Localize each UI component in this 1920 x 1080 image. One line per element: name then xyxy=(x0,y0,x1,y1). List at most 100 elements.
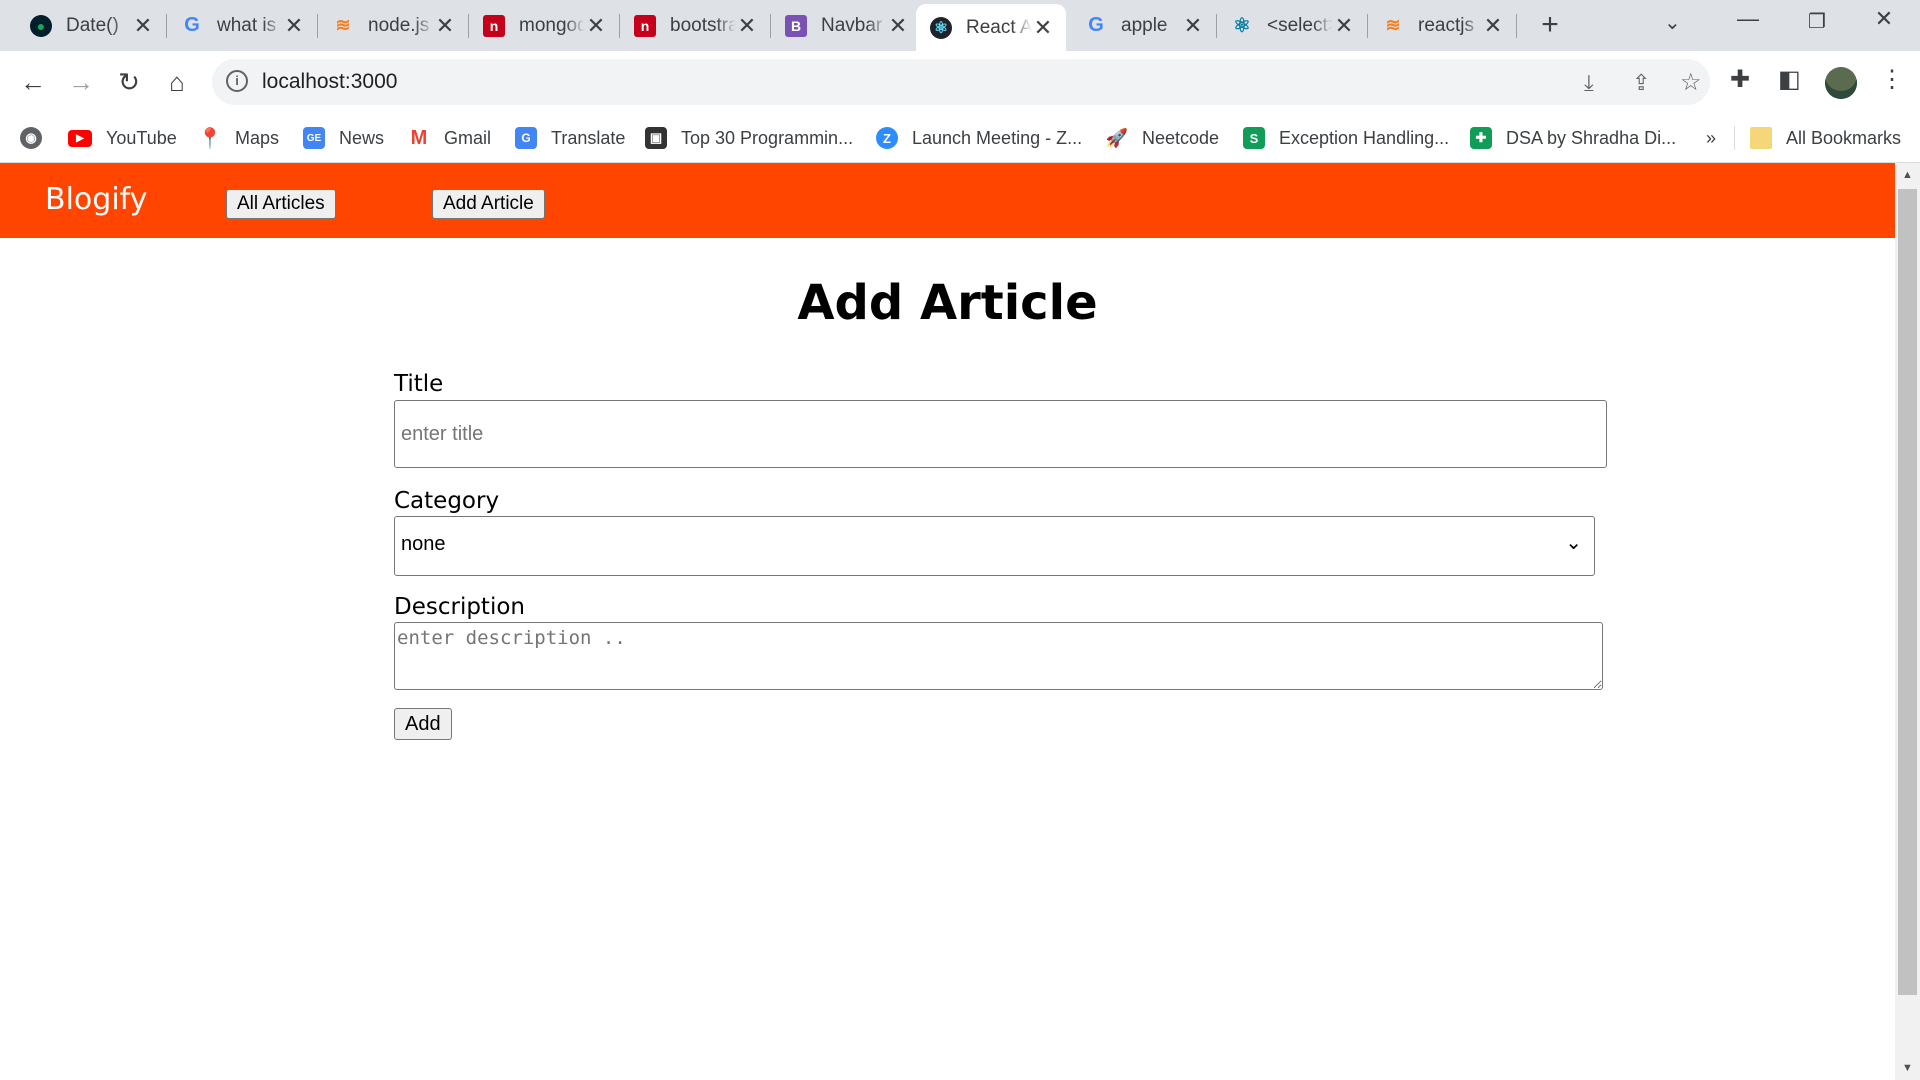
bookmark-label: DSA by Shradha Di... xyxy=(1506,127,1677,148)
tab-label: what is xyxy=(217,14,277,36)
url-text[interactable]: localhost:3000 xyxy=(262,70,397,94)
close-icon[interactable]: ✕ xyxy=(132,13,154,39)
youtube-icon: ▶ xyxy=(68,129,92,147)
tab-date[interactable]: ● Date() ✕ xyxy=(16,0,166,51)
page-viewport: Blogify All Articles Add Article Add Art… xyxy=(0,163,1895,1080)
tab-bootstrap[interactable]: n bootstrap ✕ xyxy=(620,0,770,51)
bookmark-star-icon[interactable]: ☆ xyxy=(1680,68,1702,97)
forward-arrow-icon[interactable]: → xyxy=(64,65,98,99)
page-title: Add Article xyxy=(797,275,1098,331)
bookmark-label: Gmail xyxy=(444,127,492,148)
tab-navbar[interactable]: B Navbar ✕ xyxy=(771,0,921,51)
sheets-icon: ✚ xyxy=(1470,127,1492,149)
install-app-icon[interactable]: ⤓ xyxy=(1584,70,1594,96)
stackoverflow-icon: ≋ xyxy=(1385,15,1401,35)
tab-search-chevron-icon[interactable]: ⌄ xyxy=(1664,10,1681,35)
tab-select[interactable]: ⚛ <select> ✕ xyxy=(1217,0,1367,51)
close-icon[interactable]: ✕ xyxy=(887,13,909,39)
close-icon[interactable]: ✕ xyxy=(1182,13,1204,39)
bookmark-label: Exception Handling... xyxy=(1279,127,1450,148)
s-logo-icon: S xyxy=(1243,127,1265,149)
close-icon[interactable]: ✕ xyxy=(736,13,758,39)
kebab-menu-icon[interactable]: ⋮ xyxy=(1880,65,1904,94)
tab-label: React App xyxy=(966,16,1032,38)
apps-globe-icon[interactable]: ◉ xyxy=(20,124,56,152)
address-bar[interactable]: i localhost:3000 ⤓ ⇪ ☆ xyxy=(212,59,1710,105)
bookmark-news[interactable]: GE News xyxy=(303,124,384,152)
scroll-down-arrow-icon[interactable]: ▼ xyxy=(1895,1062,1920,1074)
tab-label: apple xyxy=(1121,14,1168,36)
bookmarks-bar: ◉ ▶ YouTube 📍 Maps GE News M Gmail G Tra… xyxy=(0,114,1920,163)
extensions-puzzle-icon[interactable]: ✚ xyxy=(1730,65,1750,94)
restore-icon[interactable]: ❐ xyxy=(1797,9,1837,34)
bookmark-label: Launch Meeting - Z... xyxy=(912,127,1083,148)
bootstrap-icon: B xyxy=(785,14,807,37)
share-icon[interactable]: ⇪ xyxy=(1632,70,1650,96)
bookmark-translate[interactable]: G Translate xyxy=(515,124,625,152)
google-news-icon: GE xyxy=(303,127,325,149)
bookmark-dsa[interactable]: ✚ DSA by Shradha Di... xyxy=(1470,124,1676,152)
bookmark-label: Neetcode xyxy=(1142,127,1220,148)
folder-icon xyxy=(1750,127,1772,149)
close-icon[interactable]: ✕ xyxy=(1333,13,1355,39)
close-icon[interactable]: ✕ xyxy=(1032,15,1054,41)
n-logo-icon: n xyxy=(483,14,505,37)
close-icon[interactable]: ✕ xyxy=(434,13,456,39)
avatar[interactable] xyxy=(1825,67,1857,99)
browser-toolbar: ← → ↻ ⌂ i localhost:3000 ⤓ ⇪ ☆ xyxy=(0,51,1920,114)
add-article-button[interactable]: Add Article xyxy=(432,189,545,219)
description-label: Description xyxy=(394,594,525,620)
side-panel-icon[interactable]: ◧ xyxy=(1778,65,1801,94)
site-info-icon[interactable]: i xyxy=(226,70,248,92)
close-icon[interactable]: ✕ xyxy=(1482,13,1504,39)
google-icon: G xyxy=(184,14,200,36)
tab-what-is[interactable]: G what is ✕ xyxy=(167,0,317,51)
back-arrow-icon[interactable]: ← xyxy=(16,65,50,99)
brand-logo[interactable]: Blogify xyxy=(45,182,147,217)
google-icon: G xyxy=(1088,14,1104,36)
window-close-icon[interactable]: ✕ xyxy=(1864,6,1904,32)
tab-apple[interactable]: G apple ✕ xyxy=(1071,0,1216,51)
close-icon[interactable]: ✕ xyxy=(585,13,607,39)
bookmark-top-30[interactable]: ▣ Top 30 Programmin... xyxy=(645,124,853,152)
bookmark-gmail[interactable]: M Gmail xyxy=(408,124,491,152)
bookmark-youtube[interactable]: ▶ YouTube xyxy=(68,124,177,152)
tab-label: reactjs xyxy=(1418,14,1474,36)
book-cube-icon: ▣ xyxy=(645,127,667,149)
tab-label: Navbar xyxy=(821,14,883,36)
maps-pin-icon: 📍 xyxy=(197,127,223,150)
tab-mongodb[interactable]: n mongodb ✕ xyxy=(469,0,619,51)
tab-nodejs[interactable]: ≋ node.js ✕ xyxy=(318,0,468,51)
description-textarea[interactable] xyxy=(394,622,1603,690)
bookmark-exception-handling[interactable]: S Exception Handling... xyxy=(1243,124,1449,152)
tab-reactjs[interactable]: ≋ reactjs ✕ xyxy=(1368,0,1516,51)
scroll-up-arrow-icon[interactable]: ▲ xyxy=(1895,169,1920,181)
bookmark-label: Translate xyxy=(551,127,626,148)
title-input[interactable] xyxy=(394,400,1607,468)
new-tab-plus-icon[interactable]: + xyxy=(1533,8,1567,42)
category-select[interactable]: none ⌄ xyxy=(394,516,1595,576)
n-logo-icon: n xyxy=(634,14,656,37)
chevron-down-icon: ⌄ xyxy=(1565,532,1582,554)
scrollbar-thumb[interactable] xyxy=(1898,189,1917,995)
category-selected-value: none xyxy=(401,533,446,555)
bookmark-maps[interactable]: 📍 Maps xyxy=(197,124,279,152)
gmail-icon: M xyxy=(410,126,428,149)
bookmark-zoom[interactable]: Z Launch Meeting - Z... xyxy=(876,124,1082,152)
home-icon[interactable]: ⌂ xyxy=(160,65,194,99)
reload-icon[interactable]: ↻ xyxy=(112,65,146,99)
tab-label: node.js xyxy=(368,14,430,36)
all-articles-button[interactable]: All Articles xyxy=(226,189,336,219)
translate-icon: G xyxy=(515,127,537,149)
mongodb-leaf-icon: ● xyxy=(30,14,52,37)
bookmarks-overflow-icon[interactable]: » xyxy=(1706,124,1716,152)
close-icon[interactable]: ✕ xyxy=(283,13,305,39)
vertical-scrollbar[interactable]: ▲ ▼ xyxy=(1895,163,1920,1080)
tab-react-app[interactable]: ⚛ React App ✕ xyxy=(916,4,1066,51)
browser-tab-strip: ● Date() ✕ G what is ✕ ≋ node.js ✕ n mon… xyxy=(0,0,1920,51)
add-submit-button[interactable]: Add xyxy=(394,708,452,740)
minimize-icon[interactable]: — xyxy=(1728,6,1768,32)
bookmark-neetcode[interactable]: 🚀 Neetcode xyxy=(1106,124,1219,152)
bookmark-label: Top 30 Programmin... xyxy=(681,127,854,148)
all-bookmarks[interactable]: All Bookmarks xyxy=(1750,124,1901,152)
